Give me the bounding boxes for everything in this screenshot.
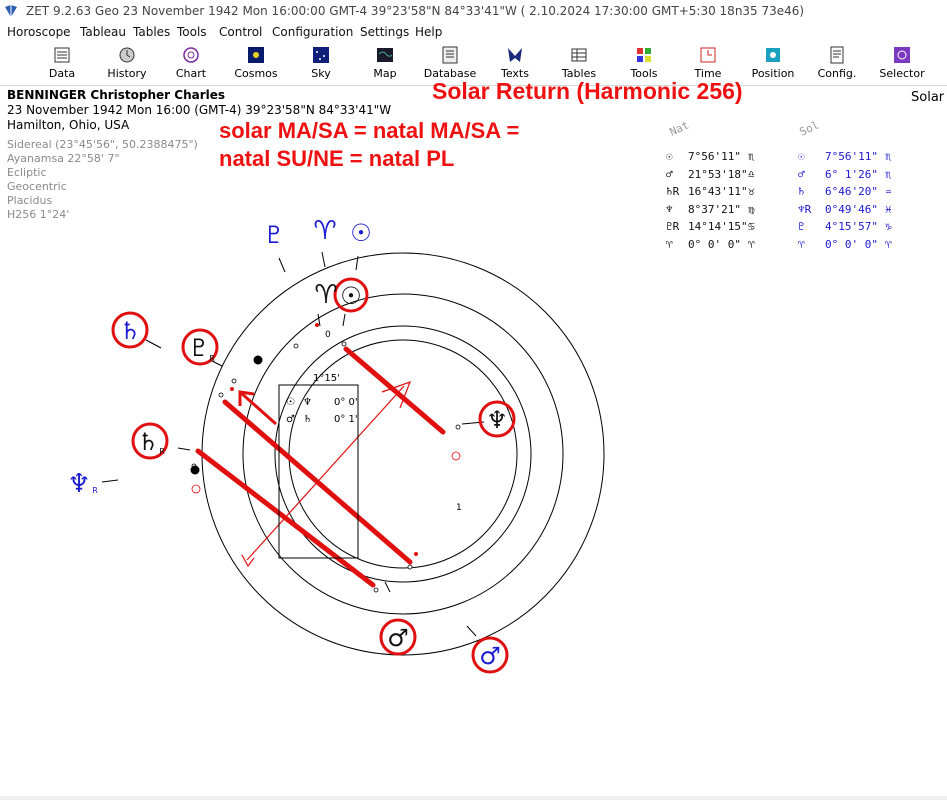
natal-sign: ♎ <box>748 167 755 181</box>
solar-sign: ♏ <box>885 167 892 181</box>
natal-value: 16°43'11" <box>688 185 748 198</box>
middle-ring <box>242 293 564 615</box>
solar-value: 0° 0' 0" <box>825 237 878 251</box>
natal-sign: ♈ <box>748 237 755 251</box>
inner-ring-outer <box>274 325 532 583</box>
solar-neptune-retro: R <box>92 486 98 495</box>
solar-glyph: ♇ <box>798 220 805 233</box>
natal-sign: ♉ <box>748 185 755 198</box>
red-marker-top <box>315 323 319 327</box>
solar-glyph: ♄ <box>798 185 805 198</box>
solar-glyph: ♆R <box>798 202 812 216</box>
solar-aries-glyph[interactable]: ♈ <box>313 216 336 246</box>
natal-value: 7°56'11" <box>688 150 741 163</box>
natal-neptune-glyph[interactable]: ♆ <box>486 406 508 434</box>
center-row-1-b: ♆ <box>303 397 312 408</box>
ring-label-one: 1 <box>456 503 462 513</box>
solar-sun-glyph[interactable]: ☉ <box>350 219 372 247</box>
natal-value: 8°37'21" <box>688 202 741 216</box>
solar-glyph: ☉ <box>798 150 805 163</box>
natal-value: 0° 0' 0" <box>688 237 741 251</box>
status-strip <box>0 796 947 800</box>
natal-lot-dot <box>190 465 200 475</box>
harmonic-chart-wheel[interactable]: 0 1 1°15' ☉ ♆ 0° 0' ♂ ♄ 0° 1' ♇ ♈ ☉ ♈ ☉ … <box>0 0 947 796</box>
solar-mars-glyph[interactable]: ♂ <box>479 642 501 670</box>
red-open-marker-right <box>451 451 461 461</box>
solar-neptune-glyph[interactable]: ♆ <box>67 469 90 499</box>
solar-sign: ♓ <box>885 202 892 216</box>
natal-sign: ♋ <box>748 220 755 233</box>
center-row-1-value: 0° 0' <box>334 397 358 408</box>
natal-sign: ♍ <box>748 202 755 216</box>
solar-value: 0°49'46" <box>825 202 878 216</box>
center-row-1-a: ☉ <box>286 397 295 408</box>
natal-glyph: ♈ <box>666 237 673 251</box>
natal-glyph: ☉ <box>666 150 673 163</box>
natal-glyph: ♆ <box>666 202 673 216</box>
center-orb: 1°15' <box>313 373 340 384</box>
natal-glyph: ♂ <box>666 167 673 181</box>
natal-sun-glyph[interactable]: ☉ <box>340 282 362 310</box>
solar-saturn-glyph[interactable]: ♄ <box>119 317 141 345</box>
solar-sign: ♑ <box>885 220 892 233</box>
solar-value: 7°56'11" <box>825 150 878 163</box>
red-marker-right <box>414 552 418 556</box>
arrow-tail-lower-left <box>241 554 255 568</box>
natal-mars-glyph[interactable]: ♂ <box>387 624 409 652</box>
solar-value: 6° 1'26" <box>825 167 878 181</box>
natal-node-dot <box>253 355 263 365</box>
red-open-marker-left <box>191 484 201 494</box>
natal-sign: ♏ <box>748 150 755 163</box>
natal-aries-glyph[interactable]: ♈ <box>314 280 337 310</box>
solar-value: 6°46'20" <box>825 185 878 198</box>
natal-value: 21°53'18" <box>688 167 748 181</box>
center-row-2-a: ♂ <box>286 414 295 425</box>
axis-line-1 <box>343 346 446 435</box>
natal-saturn-glyph[interactable]: ♄ <box>137 428 159 456</box>
natal-glyph: ♄R <box>666 185 680 198</box>
ring-label-zero: 0 <box>325 330 331 340</box>
outer-ring <box>201 252 605 656</box>
solar-pluto-glyph[interactable]: ♇ <box>263 221 285 249</box>
center-row-2-b: ♄ <box>303 414 312 425</box>
natal-pluto-glyph[interactable]: ♇ <box>188 334 210 362</box>
natal-glyph: ♇R <box>666 220 680 233</box>
solar-glyph: ♂ <box>798 167 805 181</box>
solar-sign: ♏ <box>885 150 892 163</box>
red-marker-left <box>230 387 234 391</box>
solar-sign: ♈ <box>885 237 892 251</box>
natal-value: 14°14'15" <box>688 220 748 233</box>
solar-value: 4°15'57" <box>825 220 878 233</box>
natal-saturn-retro: R <box>159 447 165 456</box>
natal-pluto-retro: R <box>209 354 215 363</box>
midpoint-axes <box>195 346 446 588</box>
solar-glyph: ♈ <box>798 237 805 251</box>
planet-ticks <box>101 251 485 637</box>
solar-sign: ♒ <box>885 185 892 198</box>
center-row-2-value: 0° 1' <box>334 414 358 425</box>
